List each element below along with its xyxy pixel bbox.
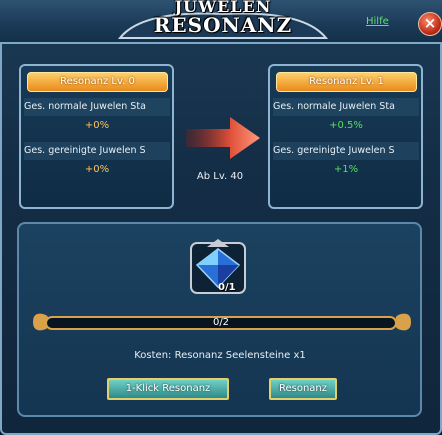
next-level-panel: Resonanz Lv. 1 Ges. normale Juwelen Sta … xyxy=(268,64,423,209)
next-stat2-label: Ges. gereinigte Juwelen S xyxy=(273,145,395,156)
current-level-panel: Resonanz Lv. 0 Ges. normale Juwelen Sta … xyxy=(19,64,174,209)
next-stat1-value: +0.5% xyxy=(329,120,363,131)
progress-text: 0/2 xyxy=(212,317,230,328)
help-link[interactable]: Hilfe xyxy=(366,16,392,32)
next-stat1-label: Ges. normale Juwelen Sta xyxy=(273,101,395,112)
current-stat2-value: +0% xyxy=(84,164,110,175)
next-level-badge: Resonanz Lv. 1 xyxy=(276,72,417,92)
next-stat2-value: +1% xyxy=(333,164,359,175)
upgrade-arrow-icon xyxy=(186,117,260,159)
current-stat2-label: Ges. gereinigte Juwelen S xyxy=(24,145,146,156)
material-count: 0/1 xyxy=(218,282,236,293)
current-stat1-value: +0% xyxy=(84,120,110,131)
current-level-badge: Resonanz Lv. 0 xyxy=(27,72,168,92)
level-requirement: Ab Lv. 40 xyxy=(196,171,244,182)
one-click-resonance-button[interactable]: 1-Klick Resonanz xyxy=(107,378,229,400)
current-stat1-label: Ges. normale Juwelen Sta xyxy=(24,101,146,112)
cost-text: Kosten: Resonanz Seelensteine x1 xyxy=(134,350,306,361)
title-line-2: RESONANZ xyxy=(153,13,293,37)
window-title: JUWELEN RESONANZ xyxy=(112,0,334,44)
resonance-button[interactable]: Resonanz xyxy=(269,378,337,400)
close-button[interactable]: × xyxy=(418,12,442,36)
